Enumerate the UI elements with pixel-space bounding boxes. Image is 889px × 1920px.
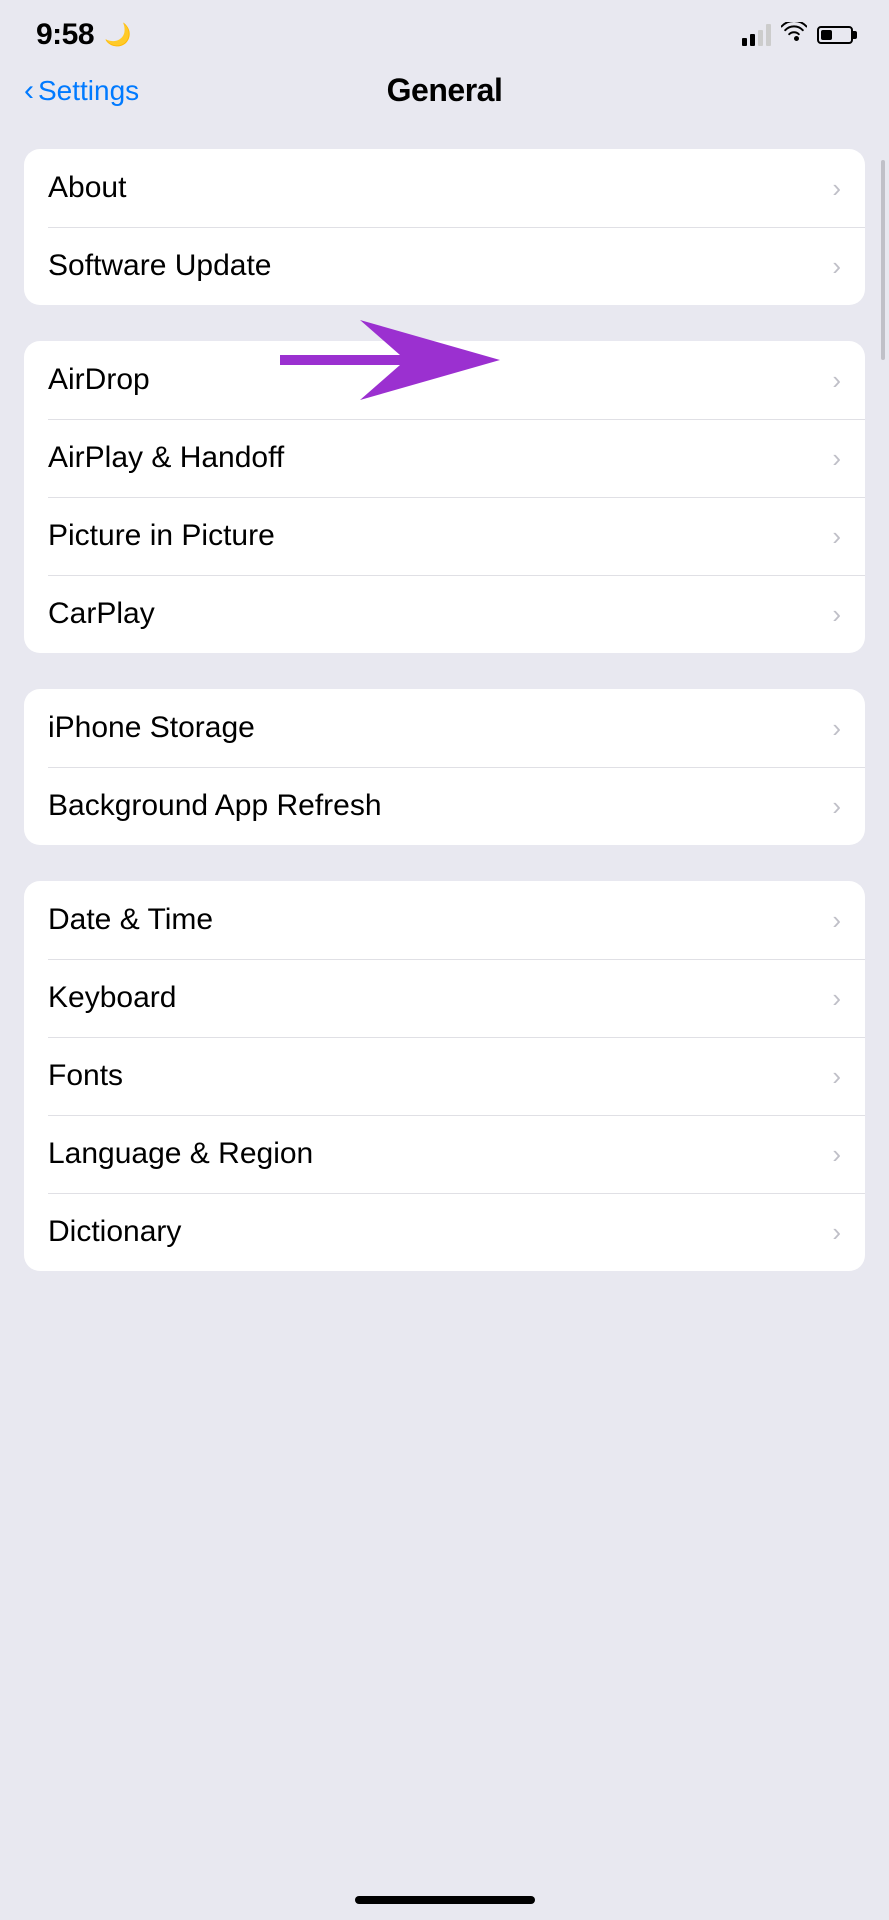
carplay-label: CarPlay — [48, 597, 155, 631]
about-chevron-icon: › — [832, 173, 841, 204]
date-time-label: Date & Time — [48, 903, 213, 937]
airplay-handoff-label: AirPlay & Handoff — [48, 441, 284, 475]
keyboard-row-right: › — [832, 983, 841, 1014]
picture-in-picture-row[interactable]: Picture in Picture › — [24, 497, 865, 575]
about-label: About — [48, 171, 126, 205]
signal-icon — [742, 24, 771, 46]
dictionary-label: Dictionary — [48, 1215, 181, 1249]
keyboard-chevron-icon: › — [832, 983, 841, 1014]
language-region-chevron-icon: › — [832, 1139, 841, 1170]
language-region-row-right: › — [832, 1139, 841, 1170]
iphone-storage-label: iPhone Storage — [48, 711, 255, 745]
status-right-icons — [742, 22, 853, 48]
about-row[interactable]: About › — [24, 149, 865, 227]
scrollbar[interactable] — [881, 160, 885, 360]
carplay-row-right: › — [832, 599, 841, 630]
battery-icon — [817, 26, 853, 44]
fonts-chevron-icon: › — [832, 1061, 841, 1092]
carplay-row[interactable]: CarPlay › — [24, 575, 865, 653]
iphone-storage-row-right: › — [832, 713, 841, 744]
software-update-row[interactable]: Software Update › — [24, 227, 865, 305]
picture-in-picture-chevron-icon: › — [832, 521, 841, 552]
status-time: 9:58 — [36, 18, 94, 52]
dictionary-chevron-icon: › — [832, 1217, 841, 1248]
background-app-refresh-row[interactable]: Background App Refresh › — [24, 767, 865, 845]
keyboard-row[interactable]: Keyboard › — [24, 959, 865, 1037]
back-label: Settings — [38, 75, 139, 107]
software-update-chevron-icon: › — [832, 251, 841, 282]
keyboard-label: Keyboard — [48, 981, 176, 1015]
status-bar: 9:58 🌙 — [0, 0, 889, 62]
date-time-chevron-icon: › — [832, 905, 841, 936]
about-row-right: › — [832, 173, 841, 204]
fonts-label: Fonts — [48, 1059, 123, 1093]
page-title: General — [387, 72, 503, 109]
airdrop-row[interactable]: AirDrop › — [24, 341, 865, 419]
software-update-label: Software Update — [48, 249, 271, 283]
background-app-refresh-label: Background App Refresh — [48, 789, 382, 823]
airdrop-label: AirDrop — [48, 363, 150, 397]
fonts-row[interactable]: Fonts › — [24, 1037, 865, 1115]
software-update-row-right: › — [832, 251, 841, 282]
back-chevron-icon: ‹ — [24, 76, 34, 106]
background-app-refresh-chevron-icon: › — [832, 791, 841, 822]
date-time-row-right: › — [832, 905, 841, 936]
settings-group-2: AirDrop › AirPlay & Handoff › Picture in… — [24, 341, 865, 653]
moon-icon: 🌙 — [104, 22, 131, 48]
airdrop-row-right: › — [832, 365, 841, 396]
settings-group-4: Date & Time › Keyboard › Fonts › Languag… — [24, 881, 865, 1271]
settings-group-1: About › Software Update › — [24, 149, 865, 305]
airplay-handoff-row-right: › — [832, 443, 841, 474]
language-region-row[interactable]: Language & Region › — [24, 1115, 865, 1193]
home-indicator — [355, 1896, 535, 1904]
carplay-chevron-icon: › — [832, 599, 841, 630]
date-time-row[interactable]: Date & Time › — [24, 881, 865, 959]
picture-in-picture-row-right: › — [832, 521, 841, 552]
airdrop-chevron-icon: › — [832, 365, 841, 396]
fonts-row-right: › — [832, 1061, 841, 1092]
dictionary-row-right: › — [832, 1217, 841, 1248]
settings-group-3: iPhone Storage › Background App Refresh … — [24, 689, 865, 845]
nav-header: ‹ Settings General — [0, 62, 889, 129]
iphone-storage-chevron-icon: › — [832, 713, 841, 744]
background-app-refresh-row-right: › — [832, 791, 841, 822]
language-region-label: Language & Region — [48, 1137, 313, 1171]
airplay-handoff-row[interactable]: AirPlay & Handoff › — [24, 419, 865, 497]
wifi-icon — [781, 22, 807, 48]
iphone-storage-row[interactable]: iPhone Storage › — [24, 689, 865, 767]
back-button[interactable]: ‹ Settings — [24, 75, 139, 107]
dictionary-row[interactable]: Dictionary › — [24, 1193, 865, 1271]
picture-in-picture-label: Picture in Picture — [48, 519, 275, 553]
airplay-handoff-chevron-icon: › — [832, 443, 841, 474]
settings-content: About › Software Update › AirDrop › AirP… — [0, 129, 889, 1327]
